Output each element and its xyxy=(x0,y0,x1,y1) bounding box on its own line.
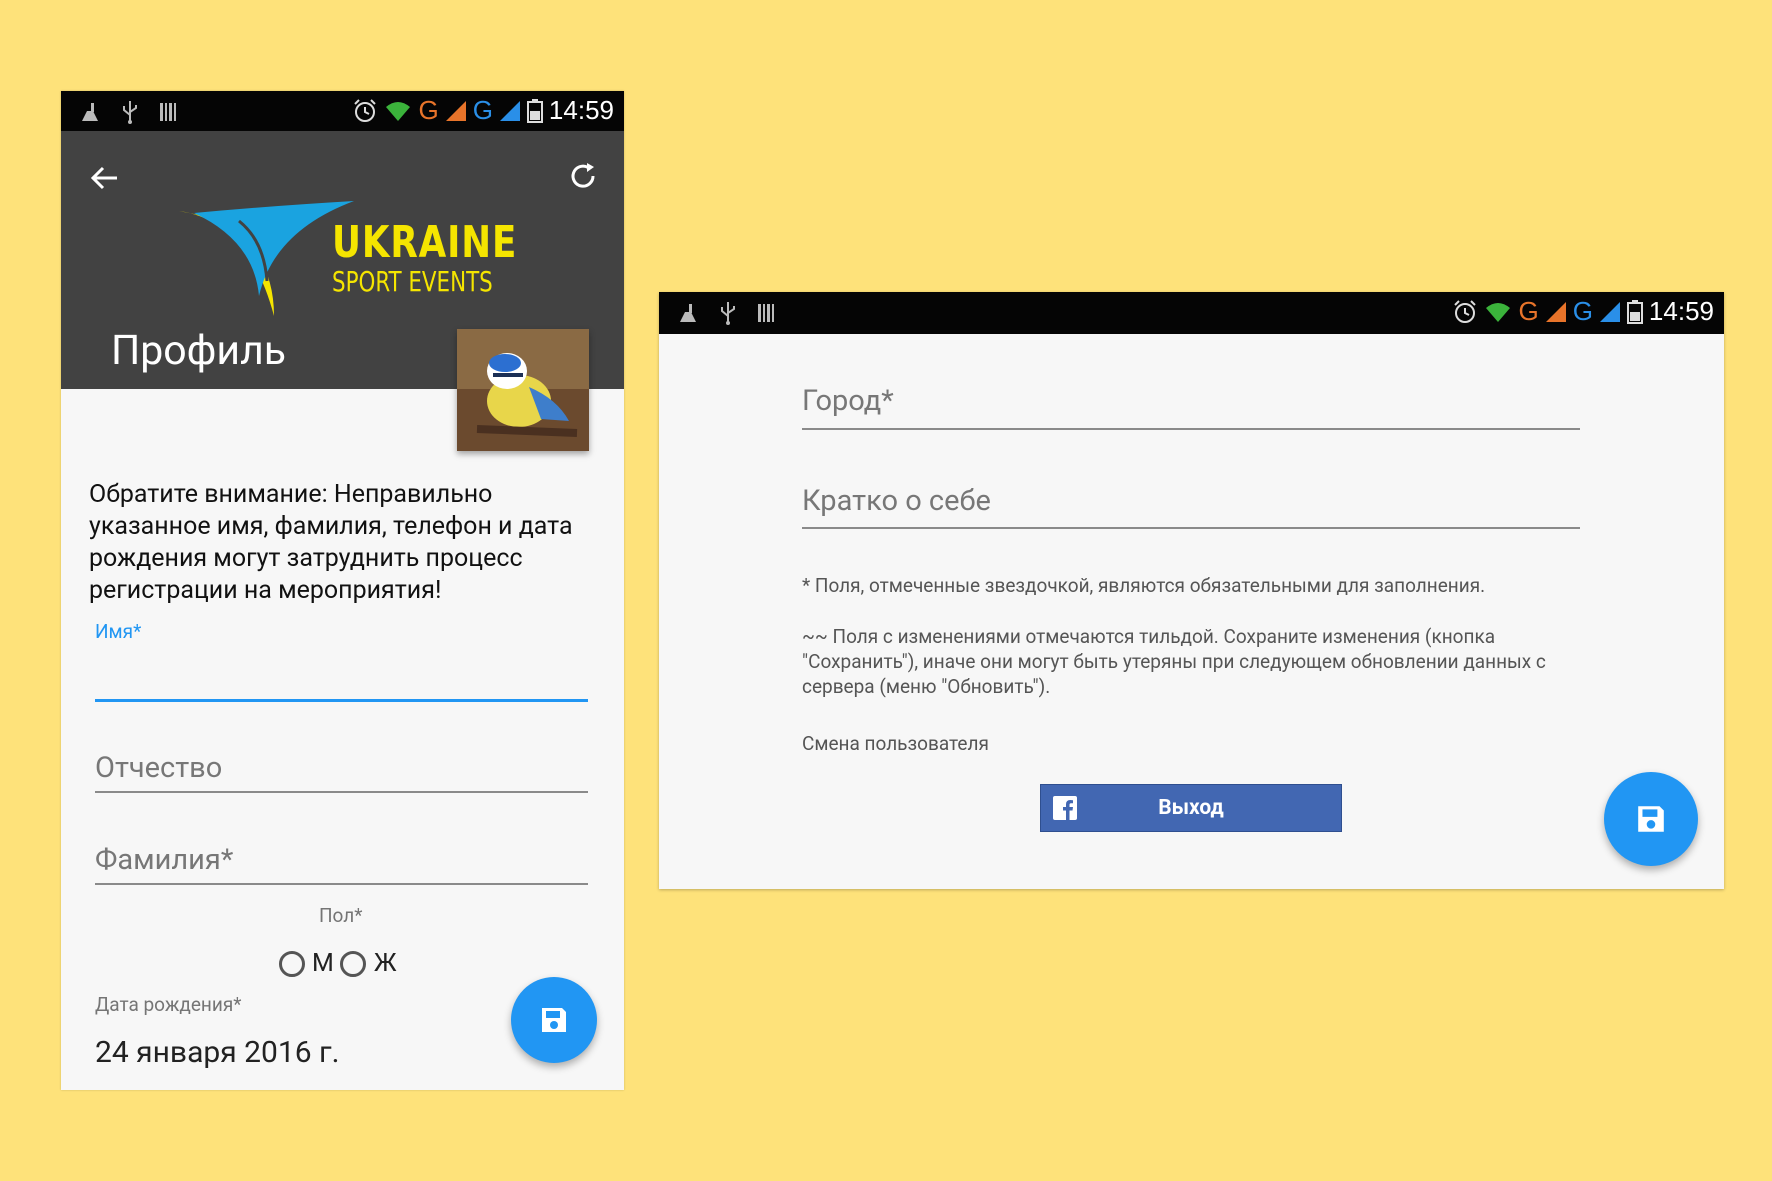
cleaner-icon xyxy=(82,103,98,121)
surname-placeholder: Фамилия* xyxy=(95,843,234,877)
surname-input[interactable] xyxy=(95,883,588,885)
alarm-icon xyxy=(354,98,377,122)
city-input[interactable] xyxy=(802,428,1580,430)
patronymic-input[interactable] xyxy=(95,791,588,793)
logo-line2: SPORT EVENTS xyxy=(332,265,493,298)
ukraine-sport-events-logo: UKRAINE SPORT EVENTS xyxy=(179,201,519,325)
profile-screen: G G 14:59 UKRAINE SPORT EVENTS Профиль О… xyxy=(61,91,624,1090)
wifi-icon xyxy=(386,101,411,121)
network-type-1: G xyxy=(1518,296,1539,326)
wifi-icon xyxy=(1486,302,1511,322)
logout-label: Выход xyxy=(1158,796,1224,820)
battery-icon xyxy=(1626,299,1643,324)
required-fields-hint: * Поля, отмеченные звездочкой, являются … xyxy=(802,574,1486,597)
tilde-hint: ~~ Поля с изменениями отмечаются тильдой… xyxy=(802,625,1546,698)
dob-value[interactable]: 24 января 2016 г. xyxy=(95,1035,340,1070)
network-type-1: G xyxy=(418,95,439,125)
barcode-icon xyxy=(758,304,774,322)
cleaner-icon xyxy=(680,304,696,322)
usb-icon xyxy=(123,101,137,124)
page-title: Профиль xyxy=(111,327,287,375)
alarm-icon xyxy=(1454,299,1477,323)
save-icon xyxy=(542,1008,566,1032)
facebook-logout-button[interactable]: Выход xyxy=(1040,784,1342,832)
switch-user-label: Смена пользователя xyxy=(802,732,989,755)
save-button[interactable] xyxy=(511,977,597,1063)
name-input[interactable] xyxy=(95,699,588,702)
patronymic-placeholder: Отчество xyxy=(95,751,223,785)
signal-icon-1 xyxy=(1545,301,1566,322)
battery-icon xyxy=(526,98,543,123)
network-type-2: G xyxy=(1572,296,1593,326)
city-placeholder: Город* xyxy=(802,384,894,418)
status-bar: G G 14:59 xyxy=(659,292,1724,334)
notice-text: Обратите внимание: Неправильно указанное… xyxy=(89,480,573,605)
status-time: 14:59 xyxy=(1648,296,1714,326)
about-input[interactable] xyxy=(802,527,1580,529)
gender-f-label: Ж xyxy=(373,949,397,978)
status-time: 14:59 xyxy=(548,95,614,125)
name-label: Имя* xyxy=(95,620,142,643)
signal-icon-2 xyxy=(499,100,520,121)
status-bar: G G 14:59 xyxy=(61,91,624,131)
avatar[interactable] xyxy=(457,329,589,451)
profile-screen-2: G G 14:59 Город* Кратко о себе * Поля, о… xyxy=(659,292,1724,889)
save-button[interactable] xyxy=(1604,772,1698,866)
gender-label: Пол* xyxy=(319,904,363,927)
back-arrow-icon[interactable] xyxy=(89,165,119,191)
usb-icon xyxy=(721,302,735,325)
gender-radio-group: М Ж xyxy=(279,949,397,978)
gender-f-radio[interactable] xyxy=(339,950,366,977)
about-placeholder: Кратко о себе xyxy=(802,484,991,518)
network-type-2: G xyxy=(472,95,493,125)
facebook-icon xyxy=(1053,796,1077,820)
gender-m-radio[interactable] xyxy=(279,950,305,977)
signal-icon-2 xyxy=(1599,301,1620,322)
save-icon xyxy=(1638,806,1664,832)
signal-icon-1 xyxy=(445,100,466,121)
barcode-icon xyxy=(160,103,176,121)
gender-m-label: М xyxy=(312,949,334,978)
logo-line1: UKRAINE xyxy=(332,217,518,268)
refresh-icon[interactable] xyxy=(568,161,598,191)
dob-label: Дата рождения* xyxy=(95,993,242,1016)
